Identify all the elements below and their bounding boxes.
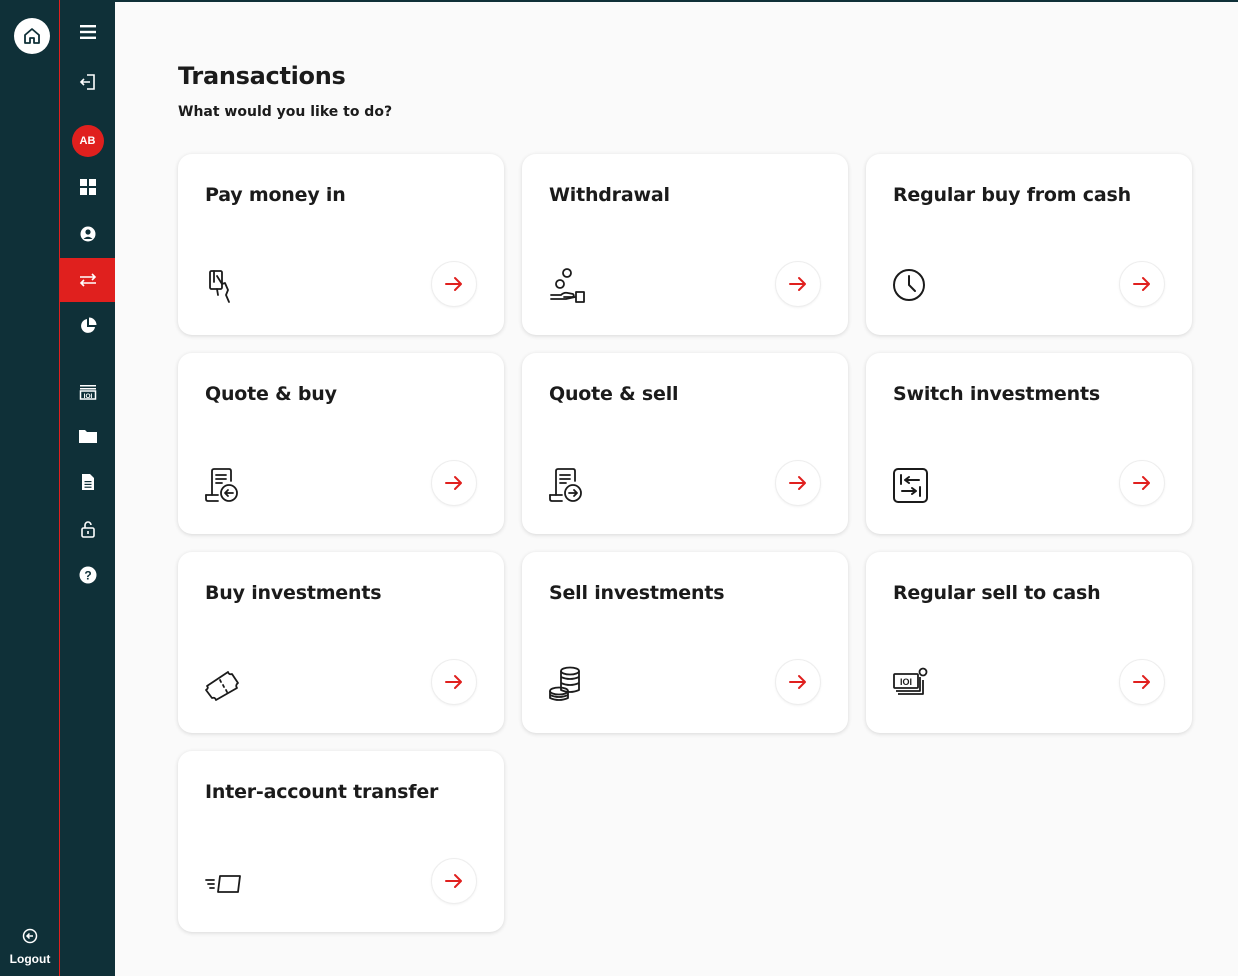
primary-rail xyxy=(0,0,60,976)
cash-stack-icon: IOI xyxy=(893,667,928,695)
card-title: Regular buy from cash xyxy=(893,184,1131,206)
coin-stack-icon xyxy=(549,666,580,701)
arrow-right-icon xyxy=(789,476,806,490)
arrow-button[interactable] xyxy=(431,460,477,506)
arrow-right-icon xyxy=(445,874,462,888)
arrow-right-icon xyxy=(445,476,462,490)
ticket-icon xyxy=(205,671,239,701)
arrow-button[interactable] xyxy=(431,261,477,307)
card-regular-buy-from-cash[interactable]: Regular buy from cash xyxy=(866,154,1192,335)
arrow-button[interactable] xyxy=(1119,460,1165,506)
nav-sign-in[interactable] xyxy=(60,60,115,104)
card-title: Sell investments xyxy=(549,582,725,604)
arrow-button[interactable] xyxy=(1119,659,1165,705)
arrow-right-icon xyxy=(789,675,806,689)
quote-buy-icon xyxy=(205,468,238,502)
clock-icon xyxy=(893,269,925,301)
card-title: Switch investments xyxy=(893,383,1100,405)
withdrawal-hand-icon xyxy=(550,268,585,303)
nav-cash[interactable]: IOI xyxy=(60,370,115,414)
card-title: Pay money in xyxy=(205,184,346,206)
page-subtitle: What would you like to do? xyxy=(178,104,393,120)
logout-label: Logout xyxy=(9,952,51,966)
arrow-right-icon xyxy=(1133,675,1150,689)
menu-button[interactable] xyxy=(60,10,115,54)
card-quote-and-sell[interactable]: Quote & sell xyxy=(522,353,848,534)
arrow-right-icon xyxy=(445,277,462,291)
sign-in-icon xyxy=(79,74,95,90)
menu-icon xyxy=(79,25,96,39)
home-button[interactable] xyxy=(14,18,50,54)
card-inter-account-transfer[interactable]: Inter-account transfer xyxy=(178,751,504,932)
card-pay-money-in[interactable]: Pay money in xyxy=(178,154,504,335)
quote-sell-icon xyxy=(549,468,582,502)
arrow-right-icon xyxy=(445,675,462,689)
svg-text:IOI: IOI xyxy=(83,393,92,400)
nav-help[interactable]: ? xyxy=(60,553,115,597)
card-buy-investments[interactable]: Buy investments xyxy=(178,552,504,733)
card-title: Withdrawal xyxy=(549,184,670,206)
card-withdrawal[interactable]: Withdrawal xyxy=(522,154,848,335)
switch-icon xyxy=(893,468,928,503)
fast-transfer-icon xyxy=(205,875,241,893)
arrow-button[interactable] xyxy=(775,261,821,307)
card-quote-and-buy[interactable]: Quote & buy xyxy=(178,353,504,534)
arrow-button[interactable] xyxy=(431,659,477,705)
card-regular-sell-to-cash[interactable]: Regular sell to cash IOI xyxy=(866,552,1192,733)
nav-dashboard[interactable] xyxy=(60,165,115,209)
nav-transactions[interactable] xyxy=(60,258,115,302)
arrow-button[interactable] xyxy=(431,858,477,904)
arrow-right-icon xyxy=(1133,476,1150,490)
top-border xyxy=(115,0,1238,2)
logout-icon xyxy=(22,928,38,944)
logout-button[interactable]: Logout xyxy=(0,928,60,966)
nav-document[interactable] xyxy=(60,460,115,504)
transactions-icon xyxy=(79,273,96,287)
svg-text:IOI: IOI xyxy=(900,677,912,687)
profile-icon xyxy=(80,226,95,242)
nav-account[interactable]: AB xyxy=(60,119,115,163)
card-title: Quote & buy xyxy=(205,383,337,405)
card-sell-investments[interactable]: Sell investments xyxy=(522,552,848,733)
arrow-button[interactable] xyxy=(1119,261,1165,307)
card-title: Buy investments xyxy=(205,582,382,604)
cash-icon: IOI xyxy=(79,385,96,400)
card-title: Quote & sell xyxy=(549,383,679,405)
nav-documents-folder[interactable] xyxy=(60,414,115,458)
nav-portfolio[interactable] xyxy=(60,304,115,348)
card-title: Regular sell to cash xyxy=(893,582,1101,604)
nav-profile[interactable] xyxy=(60,212,115,256)
dashboard-icon xyxy=(79,179,96,195)
arrow-right-icon xyxy=(789,277,806,291)
document-icon xyxy=(81,474,94,490)
unlock-icon xyxy=(80,521,95,538)
help-icon: ? xyxy=(79,566,96,584)
avatar: AB xyxy=(71,125,104,157)
card-switch-investments[interactable]: Switch investments xyxy=(866,353,1192,534)
nav-security[interactable] xyxy=(60,507,115,551)
page-title: Transactions xyxy=(178,62,346,90)
arrow-button[interactable] xyxy=(775,659,821,705)
card-title: Inter-account transfer xyxy=(205,781,439,803)
arrow-right-icon xyxy=(1133,277,1150,291)
card-payment-icon xyxy=(209,270,230,303)
pie-chart-icon xyxy=(80,317,96,333)
arrow-button[interactable] xyxy=(775,460,821,506)
svg-text:?: ? xyxy=(84,569,91,583)
folder-icon xyxy=(78,430,97,443)
home-icon xyxy=(24,28,40,44)
